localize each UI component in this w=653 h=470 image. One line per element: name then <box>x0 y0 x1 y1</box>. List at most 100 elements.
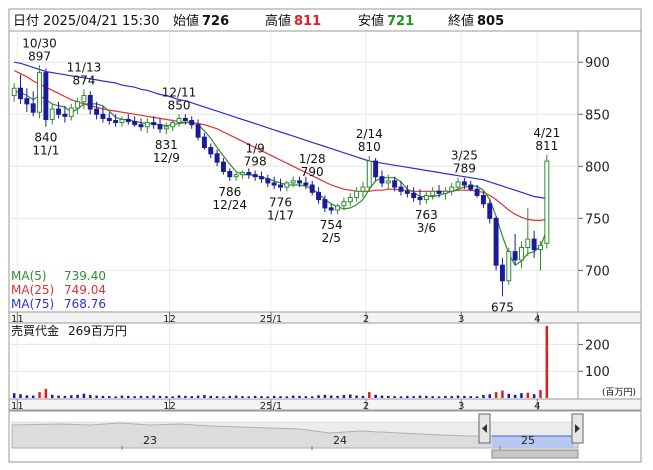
legend-ma5-value: 739.40 <box>64 269 106 283</box>
range-navigator[interactable]: 23 24 25 <box>8 410 642 463</box>
volume-bar <box>304 396 308 398</box>
candle-body <box>125 118 131 123</box>
candle-body <box>512 251 518 261</box>
candle-body <box>544 160 550 244</box>
volume-bar <box>418 395 422 398</box>
stock-chart-frame: 日付 2025/04/21 15:30 始値 726 高値 811 安値 721… <box>8 8 642 463</box>
volume-bar <box>425 395 428 398</box>
candle-body <box>373 160 379 178</box>
candle-body <box>430 190 436 196</box>
legend-ma25-label: MA(25) <box>11 283 54 297</box>
close-value: 805 <box>477 14 504 29</box>
candle-body <box>379 176 385 184</box>
volume-bar <box>241 396 244 398</box>
annotation-value: 789 <box>453 162 476 176</box>
candle-body <box>106 117 112 122</box>
open-label: 始値 <box>173 13 199 29</box>
candle-body <box>56 108 62 115</box>
candle-body <box>271 182 277 186</box>
volume-bar <box>291 395 295 398</box>
candle-body <box>506 251 512 282</box>
volume-tick-label: 200 <box>585 338 610 353</box>
candle-body <box>423 194 429 201</box>
volume-bar <box>336 395 339 398</box>
volume-bar <box>260 396 263 398</box>
annotation-date: 12/11 <box>162 85 197 99</box>
high-label: 高値 <box>265 13 291 29</box>
volume-bar <box>463 395 466 398</box>
volume-bar <box>469 396 473 398</box>
volume-bar <box>196 395 200 398</box>
volume-bar <box>19 394 22 398</box>
candle-body <box>214 153 220 163</box>
navigator-year-label: 24 <box>333 434 347 447</box>
open-value: 726 <box>202 14 229 29</box>
volume-bar <box>380 395 384 398</box>
annotation-value: 786 <box>218 185 241 199</box>
candle-body <box>157 124 163 130</box>
annotation-value: 798 <box>244 154 267 168</box>
navigator-left-handle[interactable] <box>478 413 491 444</box>
price-tick-label: 850 <box>585 108 610 123</box>
candle <box>366 155 372 192</box>
candle-body <box>100 113 106 119</box>
volume-bar <box>114 396 117 398</box>
volume-bar <box>482 395 485 398</box>
candle-body <box>81 95 87 103</box>
volume-bar <box>171 396 174 398</box>
legend-ma75-value: 768.76 <box>64 297 106 311</box>
candle-body <box>538 244 543 251</box>
candle-body <box>347 197 353 203</box>
volume-bar <box>406 395 409 398</box>
annotation-value: 840 <box>34 131 57 145</box>
annotation-date: 12/9 <box>153 151 180 165</box>
navigator-year-label: 23 <box>143 434 157 447</box>
navigator-right-handle[interactable] <box>571 413 584 444</box>
annotation-value: 810 <box>358 140 381 154</box>
candle-body <box>49 108 55 120</box>
annotation-value: 831 <box>155 138 178 152</box>
annotation-value: 874 <box>72 73 95 87</box>
navigator-scrollbar[interactable] <box>491 449 579 459</box>
candle-body <box>182 117 188 122</box>
candle-body <box>144 122 150 128</box>
candle-body <box>449 186 455 192</box>
volume-bar <box>95 395 98 398</box>
volume-bar <box>323 394 327 398</box>
candle-body <box>30 103 36 113</box>
volume-bar <box>348 394 352 398</box>
volume-tick-label: 100 <box>585 365 610 380</box>
candle-body <box>411 192 417 199</box>
volume-bar <box>298 395 301 398</box>
volume-bar <box>501 390 504 398</box>
month-tick-label: 11 <box>11 401 24 412</box>
volume-bar <box>444 395 447 398</box>
volume-bar <box>139 395 143 398</box>
volume-bar <box>203 395 206 398</box>
candle <box>37 65 43 119</box>
candle-body <box>189 120 195 126</box>
volume-bar <box>545 325 549 398</box>
volume-bar <box>69 395 73 398</box>
month-tick-label: 25/1 <box>260 401 282 412</box>
candle-body <box>94 108 100 115</box>
candle-body <box>201 136 207 149</box>
volume-bar <box>399 396 403 398</box>
candle-body <box>176 117 182 124</box>
volume-bar <box>152 395 155 398</box>
annotation-date: 12/24 <box>212 198 247 212</box>
volume-label: 売買代金 <box>11 323 59 338</box>
candle-body <box>297 180 302 184</box>
candle-body <box>461 181 467 186</box>
volume-bar <box>31 395 35 398</box>
candle-body <box>442 190 448 194</box>
volume-bar <box>475 396 479 398</box>
candle-body <box>170 122 176 128</box>
candle-body <box>290 180 296 184</box>
volume-bar <box>57 395 60 398</box>
candle-body <box>75 101 81 109</box>
volume-bar <box>355 395 358 398</box>
candle-body <box>385 180 391 184</box>
volume-bar <box>374 394 377 398</box>
candle-body <box>195 124 201 138</box>
